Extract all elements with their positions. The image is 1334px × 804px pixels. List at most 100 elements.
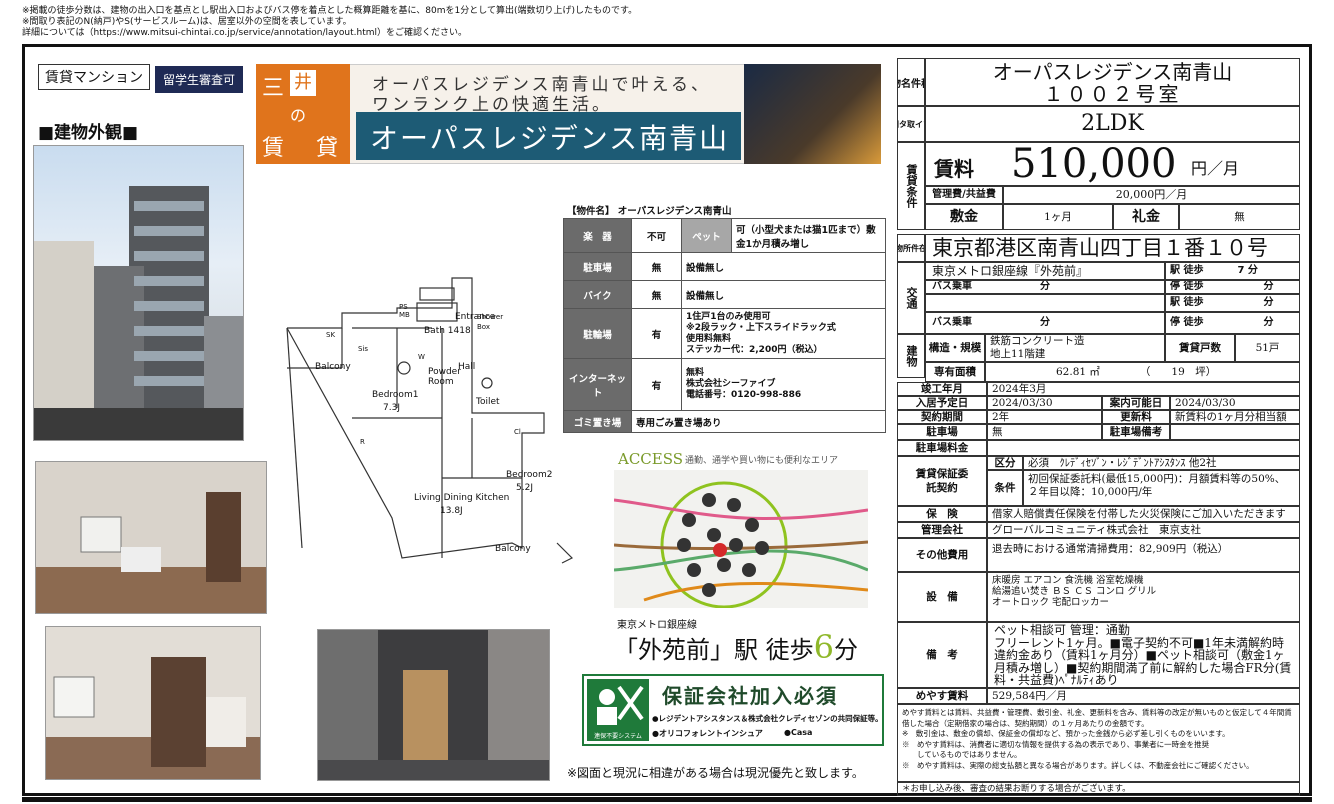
term: 2年 xyxy=(987,410,1102,424)
banner-property-name: オーパスレジデンス南青山 xyxy=(370,122,730,155)
fp-shower: Shower Box xyxy=(477,313,504,331)
guarantee-line-2: ●オリコフォレントインシュア xyxy=(652,729,763,738)
plan-disclaimer: ※図面と現況に相違がある場合は現況優先と致します。 xyxy=(567,766,864,780)
bus-min: 分 xyxy=(1040,317,1050,328)
facility-key: ペット xyxy=(681,218,732,253)
remarks-label: 備 考 xyxy=(897,622,987,688)
address-label: 物所件在 xyxy=(897,234,925,262)
fp-bedroom2: Bedroom2 xyxy=(506,470,553,480)
built: 2024年3月 xyxy=(987,382,1300,396)
footer-note: ＊お申し込み後、審査の結果お断りする場合がございます。 xyxy=(897,782,1300,796)
facility-title: 【物件名】 オーパスレジデンス南青山 xyxy=(567,206,732,217)
remarks: ペット相談可 管理：通勤 フリーレント1ヶ月。■電子契約不可■1年未満解約時違約… xyxy=(987,622,1300,688)
facility-note: 無料 株式会社シーファイブ 電話番号：0120-998-886 xyxy=(681,358,886,411)
move-in: 2024/03/30 xyxy=(987,396,1102,410)
student-ok-badge: 留学生審査可 xyxy=(155,66,244,93)
parking-notes xyxy=(1170,424,1300,440)
guarantee-logo-text: 連保不要システム xyxy=(594,733,642,740)
equipment-label: 設 備 xyxy=(897,572,987,622)
facility-note: 専用ごみ置き場あり xyxy=(631,410,886,433)
station-walk-min: 分 xyxy=(1263,297,1274,308)
property-room: １００２号室 xyxy=(1043,82,1182,106)
management-co: グローバルコミュニティ株式会社 東京支社 xyxy=(987,522,1300,538)
fp-bedroom2-size: 5.2J xyxy=(516,483,533,493)
logo-char: の xyxy=(290,106,307,125)
interior-illustration xyxy=(46,657,260,779)
units: 51戸 xyxy=(1235,334,1300,362)
fp-ps: PS MB xyxy=(399,303,410,319)
area-label: 専有面積 xyxy=(925,362,985,382)
facility-value: 有 xyxy=(631,358,682,411)
fp-bedroom1: Bedroom1 xyxy=(372,390,419,400)
facility-value: 無 xyxy=(631,252,682,281)
station-walk-label: 駅 徒歩 xyxy=(1170,297,1204,308)
building-label: 建物 xyxy=(897,334,925,378)
traffic-walk-1: 駅 徒歩 7 分 xyxy=(1165,262,1300,280)
entrance-illustration xyxy=(318,630,549,780)
fp-toilet: Toilet xyxy=(476,397,500,407)
traffic-line-1: 東京メトロ銀座線『外苑前』 xyxy=(925,262,1165,280)
traffic-walk-2: 駅 徒歩 分 xyxy=(1165,294,1300,312)
stop-row-2: 停 徒歩 分 xyxy=(1165,312,1300,334)
fine-print: めやす賃料とは賃料、共益費・管理費、敷引金、礼金、更新料を含み、賃料等の改定が無… xyxy=(897,704,1300,782)
entrance-photo xyxy=(317,629,550,781)
stop-row-1: 停 徒歩 分 xyxy=(1165,280,1300,294)
area-sqm: 62.81 ㎡ xyxy=(1056,366,1100,378)
bus-label: バス乗車 xyxy=(932,317,972,328)
kubun: 必須 ｸﾚﾃﾞｨｾｿﾞﾝ・ﾚｼﾞﾃﾞﾝﾄｱｼｽﾀﾝｽ 他2社 xyxy=(1023,456,1300,470)
bus-row-2: バス乗車 分 xyxy=(925,312,1165,334)
facility-note: 1住戸1台のみ使用可 ※2段ラック・上下スライドラック式 使用料無料 ステッカー… xyxy=(681,308,886,359)
facility-note: 設備無し xyxy=(681,252,886,281)
logo-char: 賃 xyxy=(262,136,285,161)
access-route-map xyxy=(614,470,868,608)
rent-label: 賃料 xyxy=(934,157,974,181)
facility-value: 無 xyxy=(631,280,682,309)
mgmt-fee-label: 管理費/共益費 xyxy=(925,186,1003,204)
name-label: 物名件称 xyxy=(897,58,925,106)
renewal: 新賃料の1ヶ月分相当額 xyxy=(1170,410,1300,424)
built-label: 竣工年月 xyxy=(897,382,987,396)
stop-label: 停 徒歩 xyxy=(1170,317,1204,328)
rent-row: 賃料 510,000 円／月 xyxy=(925,142,1300,186)
fp-balcony-1: Balcony xyxy=(315,362,351,372)
fp-bath: Bath 1418 xyxy=(424,326,471,336)
property-type-tag: 賃貸マンション xyxy=(38,64,150,90)
interior-illustration xyxy=(36,492,266,613)
fp-sk: SK xyxy=(326,331,336,339)
logo-char: 貸 xyxy=(316,136,339,161)
exterior-photo xyxy=(33,145,244,441)
structure-type: 鉄筋コンクリート造 xyxy=(990,335,1085,347)
units-label: 賃貸戸数 xyxy=(1165,334,1235,362)
stop-label: 停 徒歩 xyxy=(1170,281,1204,292)
meyasu: 529,584円／月 xyxy=(987,688,1300,704)
traffic-walk-label: 駅 徒歩 xyxy=(1170,265,1204,276)
access-minutes: 6 xyxy=(813,628,834,666)
equipment: 床暖房 エアコン 食洗機 浴室乾燥機 給湯追い焚き ＢＳ ＣＳ コンロ グリル … xyxy=(987,572,1300,622)
deposit: 1ヶ月 xyxy=(1003,204,1113,230)
structure: 鉄筋コンクリート造 地上11階建 xyxy=(985,334,1165,362)
guarantee-logo: 連保不要システム xyxy=(587,679,649,741)
parking-fee-label: 駐車場料金 xyxy=(897,440,987,456)
fp-r: R xyxy=(360,438,365,446)
stop-min: 分 xyxy=(1263,281,1274,292)
layout-type: 2LDK xyxy=(925,106,1300,142)
floor-plan xyxy=(286,277,574,564)
banner-night-photo xyxy=(744,64,881,164)
management-co-label: 管理会社 xyxy=(897,522,987,538)
facility-value: 不可 xyxy=(631,218,682,253)
interior-photo-1 xyxy=(35,461,267,614)
fp-sis: Sis xyxy=(358,345,369,353)
address: 東京都港区南青山四丁目１番１０号 xyxy=(925,234,1300,262)
parking-notes-label: 駐車場備考 xyxy=(1102,424,1170,440)
other-fees-label: その他費用 xyxy=(897,538,987,572)
traffic-walk-min: 7 分 xyxy=(1237,265,1258,276)
move-in-label: 入居予定日 xyxy=(897,396,987,410)
traffic-label: 交通 xyxy=(897,262,925,334)
property-name-line1: オーパスレジデンス南青山 xyxy=(992,60,1233,84)
jouken-label: 条件 xyxy=(987,470,1023,506)
property-name: オーパスレジデンス南青山 １００２号室 xyxy=(925,58,1300,106)
access-station-text: 「外苑前」駅 徒歩 xyxy=(614,636,814,664)
traffic-line-2 xyxy=(925,294,1165,312)
other-fees: 退去時における通常清掃費用：82,909円（税込） xyxy=(987,538,1300,572)
deposit-label: 敷金 xyxy=(925,204,1003,230)
